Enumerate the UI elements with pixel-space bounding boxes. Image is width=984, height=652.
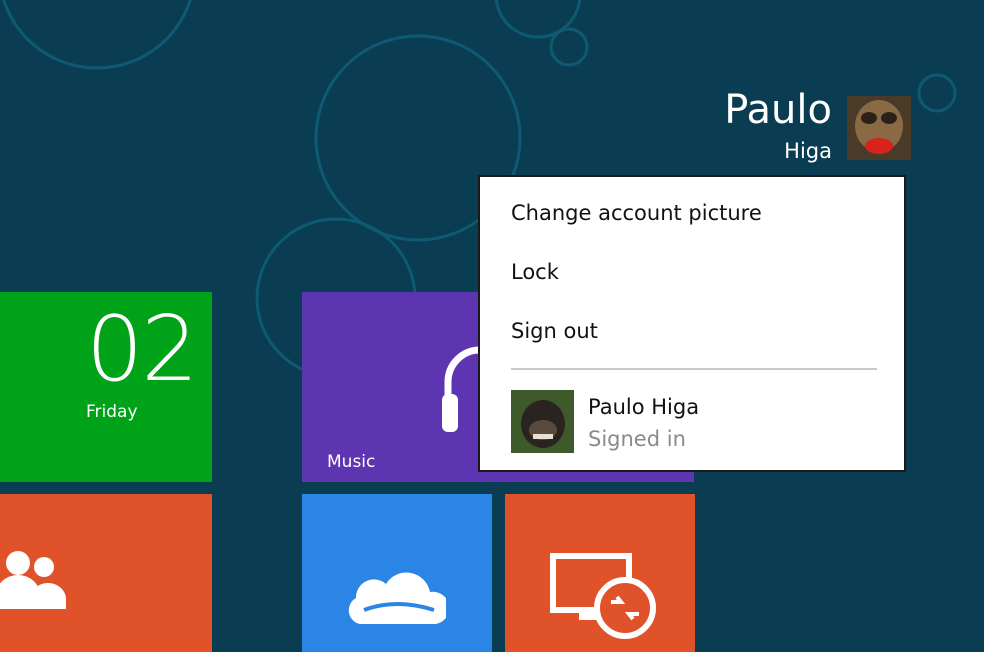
calendar-day: Friday: [86, 402, 138, 422]
music-tile-label: Music: [327, 452, 376, 472]
user-avatar[interactable]: [847, 96, 911, 160]
account-status: Signed in: [588, 427, 686, 451]
change-account-picture-item[interactable]: Change account picture: [511, 201, 762, 225]
account-picture: [511, 390, 574, 453]
user-last-name[interactable]: Higa: [784, 138, 832, 164]
sign-out-item[interactable]: Sign out: [511, 319, 598, 343]
lock-item[interactable]: Lock: [511, 260, 559, 284]
menu-divider: [511, 368, 877, 370]
people-tile[interactable]: [0, 494, 212, 652]
account-picture: [847, 96, 911, 160]
cloud-icon: [348, 572, 446, 624]
account-menu: Change account picture Lock Sign out Pau…: [478, 175, 906, 472]
skydrive-tile[interactable]: [302, 494, 492, 652]
remote-desktop-tile[interactable]: [505, 494, 695, 652]
calendar-tile[interactable]: 02 Friday: [0, 292, 212, 482]
people-icon: [0, 551, 66, 609]
remote-desktop-icon: [550, 553, 656, 639]
calendar-date: 02: [86, 297, 199, 402]
account-name[interactable]: Paulo Higa: [588, 395, 699, 419]
account-avatar[interactable]: [511, 390, 574, 453]
user-first-name[interactable]: Paulo: [724, 86, 832, 134]
